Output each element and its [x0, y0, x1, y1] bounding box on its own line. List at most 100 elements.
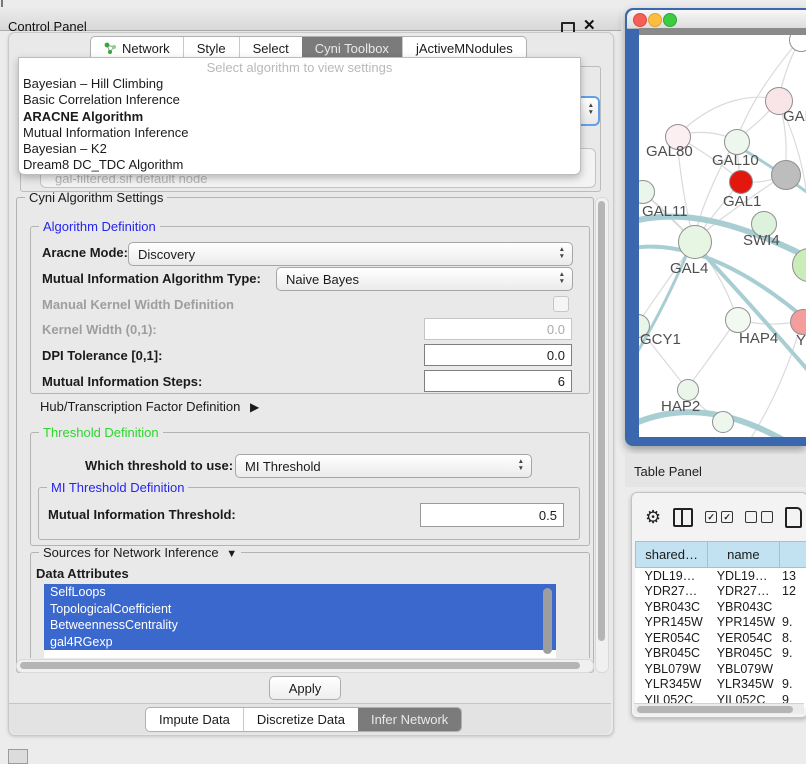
attribute-item-gal4rgexp[interactable]: gal4RGexp: [44, 634, 556, 651]
table-panel-card: ⚙ ✓ ✓ shared… name YDL19…YDL19…13YDR27…Y…: [631, 492, 806, 718]
dropdown-item-dream8-dc-tdc-algorithm[interactable]: Dream8 DC_TDC Algorithm: [19, 157, 580, 173]
dropdown-placeholder: Select algorithm to view settings: [19, 58, 580, 76]
network-node[interactable]: [771, 160, 801, 190]
column-layout-icon[interactable]: [673, 508, 693, 527]
network-node[interactable]: [712, 411, 734, 433]
attribute-item-betweennesscentrality[interactable]: BetweennessCentrality: [44, 617, 556, 634]
table-cell: YER054C: [708, 630, 779, 646]
table-cell: YDR27…: [636, 584, 708, 600]
table-cell: 12: [779, 584, 806, 600]
table-cell: YBL079W: [636, 661, 708, 677]
node-label-hap4: HAP4: [739, 330, 778, 347]
table-header-row: shared… name: [636, 542, 806, 568]
combo-down-icon: ▼: [588, 109, 594, 116]
table-row[interactable]: YPR145WYPR145W9.: [636, 615, 806, 631]
gear-icon[interactable]: ⚙: [645, 507, 661, 528]
dropdown-item-aracne-algorithm[interactable]: ARACNE Algorithm: [19, 109, 580, 125]
sources-title-text: Sources for Network Inference: [43, 548, 219, 560]
table-cell: YPR145W: [708, 615, 779, 631]
table-hscroll-thumb[interactable]: [637, 706, 793, 713]
bottom-tab-discretize-data[interactable]: Discretize Data: [243, 708, 358, 731]
table-row[interactable]: YDL19…YDL19…13: [636, 568, 806, 584]
settings-hscroll-track[interactable]: [16, 659, 594, 673]
table-row[interactable]: YLR345WYLR345W9.: [636, 677, 806, 693]
manual-kernel-checkbox[interactable]: [553, 296, 569, 312]
table-cell: 9.: [779, 646, 806, 662]
table-row[interactable]: YDR27…YDR27…12: [636, 584, 806, 600]
close-traffic-light-icon[interactable]: [633, 13, 647, 27]
combo-up-icon: ▲: [588, 102, 594, 109]
dropdown-item-bayesian-hill-climbing[interactable]: Bayesian – Hill Climbing: [19, 76, 580, 92]
dropdown-item-bayesian-k2[interactable]: Bayesian – K2: [19, 141, 580, 157]
mi-type-combo[interactable]: Naive Bayes ▲▼: [276, 267, 573, 291]
dropdown-items: Bayesian – Hill ClimbingBasic Correlatio…: [19, 76, 580, 174]
network-canvas[interactable]: GALGAL80GAL10GAL1GAL11SWI4GAL4GCY1HAP4YH…: [639, 35, 806, 437]
sources-clip: Sources for Network Inference ▼ Data Att…: [14, 548, 594, 658]
settings-vscroll-track[interactable]: [595, 197, 609, 673]
kernel-width-field[interactable]: 0.0: [424, 318, 572, 340]
dpi-tolerance-field[interactable]: 0.0: [424, 344, 572, 366]
table-cell: YDR27…: [708, 584, 779, 600]
cyni-settings-group-title: Cyni Algorithm Settings: [25, 190, 167, 205]
table-panel-title: Table Panel: [634, 464, 702, 479]
settings-vscroll-thumb[interactable]: [598, 201, 605, 641]
network-window-toolbar-strip: [639, 28, 806, 35]
table-row[interactable]: YBR043CYBR043C: [636, 599, 806, 615]
table-cell: 9.: [779, 615, 806, 631]
select-all-columns-icon[interactable]: ✓ ✓: [705, 511, 733, 523]
node-label-gal10: GAL10: [712, 152, 759, 169]
node-label-gal: GAL: [783, 108, 806, 125]
sources-group-title[interactable]: Sources for Network Inference ▼: [39, 548, 241, 560]
mi-threshold-field[interactable]: 0.5: [420, 503, 564, 527]
table-row[interactable]: YER054CYER054C8.: [636, 630, 806, 646]
attributes-list-scrollbar[interactable]: [543, 588, 552, 654]
deselect-all-columns-icon[interactable]: [745, 511, 773, 523]
kernel-width-label: Kernel Width (0,1):: [42, 322, 157, 337]
hub-tf-section[interactable]: Hub/Transcription Factor Definition ▶: [40, 399, 259, 414]
attribute-item-selfloops[interactable]: SelfLoops: [44, 584, 556, 601]
table-cell: YDL19…: [708, 568, 779, 584]
export-table-icon[interactable]: [785, 507, 802, 528]
table-cell: YLR345W: [708, 677, 779, 693]
table-hscroll-track[interactable]: [634, 703, 804, 714]
minimize-traffic-light-icon[interactable]: [648, 13, 662, 27]
column-header-shared-name[interactable]: shared…: [636, 542, 708, 568]
bottom-tab-infer-network[interactable]: Infer Network: [358, 708, 461, 731]
network-node[interactable]: [729, 170, 753, 194]
threshold-definition-title: Threshold Definition: [39, 425, 163, 440]
network-window-titlebar[interactable]: [627, 10, 806, 29]
table-cell: 9.: [779, 677, 806, 693]
table-cell: YBR043C: [708, 599, 779, 615]
table-cell: YDL19…: [636, 568, 708, 584]
table-row[interactable]: YBR045CYBR045C9.: [636, 646, 806, 662]
bottom-tab-impute-data[interactable]: Impute Data: [146, 708, 243, 731]
which-threshold-combo[interactable]: MI Threshold ▲▼: [235, 454, 532, 478]
data-attributes-list[interactable]: SelfLoopsTopologicalCoefficientBetweenne…: [44, 584, 556, 658]
collapse-arrow-right-icon: ▶: [250, 400, 259, 414]
node-label-gal80: GAL80: [646, 143, 693, 160]
apply-button[interactable]: Apply: [269, 676, 341, 700]
table-cell: YBR045C: [636, 646, 708, 662]
hub-tf-label: Hub/Transcription Factor Definition: [40, 399, 240, 414]
dropdown-item-basic-correlation-inference[interactable]: Basic Correlation Inference: [19, 92, 580, 108]
zoom-traffic-light-icon[interactable]: [663, 13, 677, 27]
settings-hscroll-thumb[interactable]: [20, 662, 580, 669]
column-header-name[interactable]: name: [708, 542, 779, 568]
collapse-arrow-down-icon: ▼: [226, 548, 237, 560]
dropdown-item-mutual-information-inference[interactable]: Mutual Information Inference: [19, 125, 580, 141]
manual-kernel-label: Manual Kernel Width Definition: [42, 297, 234, 312]
aracne-mode-combo[interactable]: Discovery ▲▼: [128, 242, 573, 266]
table-row[interactable]: YBL079WYBL079W: [636, 661, 806, 677]
mi-type-value: Naive Bayes: [286, 272, 359, 287]
mi-threshold-label: Mutual Information Threshold:: [48, 507, 236, 522]
mi-steps-field[interactable]: 6: [424, 370, 572, 392]
attribute-item-topologicalcoefficient[interactable]: TopologicalCoefficient: [44, 601, 556, 618]
algorithm-definition-title: Algorithm Definition: [39, 219, 160, 234]
column-header-clipped[interactable]: [779, 542, 806, 568]
network-node[interactable]: [678, 225, 712, 259]
table-panel-toolbar: ⚙ ✓ ✓: [632, 493, 806, 541]
table-cell: 8.: [779, 630, 806, 646]
node-label-gcy1: GCY1: [640, 331, 681, 348]
aracne-mode-value: Discovery: [138, 247, 195, 262]
node-label-hap2: HAP2: [661, 398, 700, 415]
